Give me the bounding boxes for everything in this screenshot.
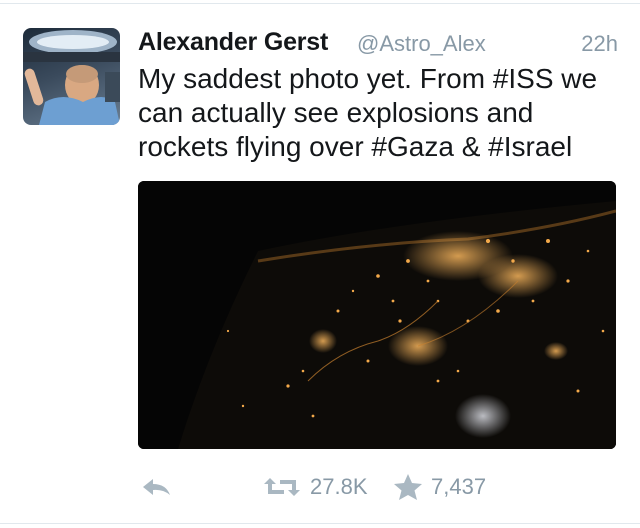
star-icon xyxy=(393,473,423,501)
author-handle[interactable]: @Astro_Alex xyxy=(357,31,486,57)
tweet-text: My saddest photo yet. From #ISS we can a… xyxy=(138,62,618,164)
tweet-photo[interactable] xyxy=(138,181,616,449)
tweet: Alexander Gerst @Astro_Alex 22h My sadde… xyxy=(0,0,640,528)
retweet-icon xyxy=(262,474,302,500)
timestamp[interactable]: 22h xyxy=(581,31,618,57)
reply-button[interactable] xyxy=(140,470,174,504)
avatar[interactable] xyxy=(23,28,120,125)
tweet-text-line: can actually see explosions and xyxy=(138,97,534,128)
favorite-count: 7,437 xyxy=(431,474,487,499)
reply-icon xyxy=(140,475,174,499)
tweet-text-line: My saddest photo yet. From #ISS we xyxy=(138,63,598,94)
bottom-divider xyxy=(0,523,640,524)
tweet-text-line: rockets flying over #Gaza & #Israel xyxy=(138,131,573,162)
retweet-count: 27.8K xyxy=(310,474,368,499)
top-divider xyxy=(0,3,640,4)
author-name[interactable]: Alexander Gerst xyxy=(138,28,328,57)
tweet-actions: 27.8K 7,437 xyxy=(138,470,618,504)
favorite-button[interactable]: 7,437 xyxy=(393,470,486,504)
retweet-button[interactable]: 27.8K xyxy=(262,470,368,504)
tweet-header: Alexander Gerst @Astro_Alex 22h xyxy=(138,28,618,58)
